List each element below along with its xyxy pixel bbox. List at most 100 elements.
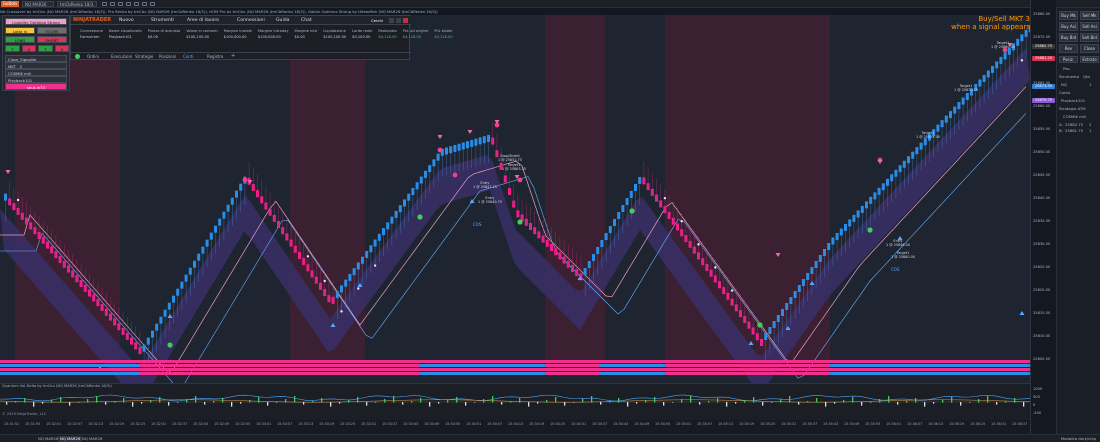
- chart-tab-1[interactable]: NQ MAR26: [58, 436, 83, 442]
- panel-a-value[interactable]: 25882.75: [1065, 122, 1083, 127]
- panel-strumento-value[interactable]: NQ: [1061, 82, 1067, 87]
- renko-brick: [953, 106, 957, 114]
- renko-brick: [986, 70, 990, 78]
- text-icon[interactable]: [134, 2, 139, 6]
- table-cell: Formulrem: [80, 35, 100, 39]
- algo-button-6[interactable]: T: [38, 45, 53, 52]
- instrument-selector[interactable]: NQ MAR26: [22, 1, 54, 7]
- renko-brick: [335, 291, 339, 299]
- tab-2[interactable]: Strategie: [133, 53, 155, 60]
- order-button-2-0[interactable]: Buy Bid: [1059, 33, 1078, 42]
- order-button-3-1[interactable]: Close: [1080, 44, 1099, 53]
- delta-bar: [1014, 398, 1016, 403]
- crosshair-icon[interactable]: [110, 2, 115, 6]
- algo-row[interactable]: COSMIK mili: [5, 69, 67, 76]
- tab-3[interactable]: Posizioni: [157, 53, 178, 60]
- order-button-0-0[interactable]: Buy Mk: [1059, 11, 1078, 20]
- algo-row[interactable]: MKT 2: [5, 62, 67, 69]
- delta-bar: [474, 402, 476, 403]
- delta-bar: [951, 397, 953, 403]
- delta-bar: [33, 402, 35, 407]
- order-button-1-1[interactable]: Sell Asi: [1080, 22, 1099, 31]
- table-row[interactable]: Formulrem Playback101 $0.00 $100,100.00 $100…: [77, 34, 456, 40]
- panel-b-value[interactable]: 25881.75: [1065, 128, 1083, 133]
- renko-brick: [369, 245, 373, 253]
- order-annotation: Stop/Shield 1 @ 25852.75: [498, 154, 522, 162]
- panel-qty-value[interactable]: 1: [1089, 82, 1091, 87]
- time-axis[interactable]: 15:31:52 15:31:55 15:32:01 15:32:07 15:32:13…: [0, 420, 1030, 434]
- panel-pos-label: Pos.: [1063, 66, 1071, 71]
- price-tick: 25855.00: [1033, 127, 1051, 131]
- algo-button-0[interactable]: Lotto in: [5, 27, 35, 34]
- order-button-1-0[interactable]: Buy Asi: [1059, 22, 1078, 31]
- tab-5[interactable]: Registro: [205, 53, 225, 60]
- table-cell: $100,000.00: [257, 35, 281, 39]
- algo-button-3[interactable]: SHORT: [37, 36, 67, 43]
- annotation-price: 1 @ 25854.00: [916, 135, 940, 139]
- cursor-icon[interactable]: [102, 2, 107, 6]
- algo-button-5[interactable]: X: [21, 45, 36, 52]
- draw-icon[interactable]: [126, 2, 131, 6]
- price-tick: 25860.00: [1033, 104, 1051, 108]
- control-center-window: NINJATRADER Nuovo Strumenti Aree di lavoro…: [70, 15, 453, 60]
- mode-label: Modalita dark/chip: [1060, 436, 1096, 441]
- algo-row[interactable]: Close_Signaller: [5, 55, 67, 62]
- menu-item-2[interactable]: Aree di lavoro: [187, 17, 219, 24]
- delta-bar: [879, 399, 881, 403]
- price-chart[interactable]: Buy/Sell MKT 3 when a signal appears Tar…: [0, 15, 1030, 383]
- algo-row[interactable]: Playback101: [5, 76, 67, 83]
- menu-item-3[interactable]: Connessioni: [237, 17, 265, 24]
- tab-0[interactable]: Ordini: [85, 53, 101, 60]
- renko-brick: [902, 160, 906, 168]
- annotation-price: 1 @ 25880.00: [891, 255, 915, 259]
- magnet-icon[interactable]: [142, 2, 147, 6]
- renko-brick: [869, 196, 873, 204]
- renko-brick: [768, 327, 772, 334]
- minimize-icon[interactable]: [389, 18, 394, 23]
- panel-conto-value[interactable]: Playback101: [1061, 98, 1085, 103]
- add-tab-icon[interactable]: +: [231, 53, 235, 60]
- menu-item-0[interactable]: Nuovo: [119, 17, 134, 24]
- menu-item-1[interactable]: Strumenti: [151, 17, 174, 24]
- tab-4[interactable]: Conti: [181, 53, 195, 60]
- price-axis[interactable]: 25880.0025875.0025870.0025865.0025860.00…: [1030, 0, 1056, 442]
- order-annotation: Target1 1 @ 25870.25: [954, 84, 978, 92]
- chart-tab-2[interactable]: NQ MAR26: [80, 436, 104, 442]
- panel-tab-0[interactable]: Posiz.: [1059, 56, 1078, 63]
- renko-brick: [394, 210, 398, 218]
- menu-item-4[interactable]: Guida: [276, 17, 289, 24]
- close-icon[interactable]: [403, 18, 408, 23]
- order-button-3-0[interactable]: Rev: [1059, 44, 1078, 53]
- algo-button-4[interactable]: T: [5, 45, 20, 52]
- renko-brick: [776, 315, 780, 322]
- interval-selector[interactable]: tmCbRenko 18/3: [57, 1, 97, 7]
- exit-marker: [242, 177, 248, 183]
- shut-in-button[interactable]: shut-in73: [5, 83, 67, 90]
- delta-bar: [987, 396, 989, 403]
- settings-icon[interactable]: [150, 2, 155, 6]
- renko-brick: [810, 267, 814, 274]
- renko-brick: [785, 303, 789, 310]
- order-button-0-1[interactable]: Sell Mk: [1080, 11, 1099, 20]
- panel-qty-label: Qtd: [1083, 74, 1090, 79]
- time-tick: 15:36:19: [949, 422, 965, 426]
- chart-tab-0[interactable]: NQ MAR26: [36, 436, 60, 442]
- order-button-2-1[interactable]: Sell Bid: [1080, 33, 1099, 42]
- maximize-icon[interactable]: [396, 18, 401, 23]
- panel-strategy-value[interactable]: COSMIK mili: [1063, 114, 1086, 119]
- cos-label: COS: [473, 222, 482, 227]
- zoom-icon[interactable]: [118, 2, 123, 6]
- menu-item-5[interactable]: Chat: [301, 17, 312, 24]
- delta-bar: [960, 402, 962, 406]
- tab-1[interactable]: Esecuzioni: [109, 53, 134, 60]
- chart-canvas[interactable]: [0, 15, 1030, 383]
- panel-tab-1[interactable]: Estrato: [1080, 56, 1099, 63]
- algo-button-2[interactable]: LONG: [5, 36, 35, 43]
- algo-button-1[interactable]: ECORE: [37, 27, 67, 34]
- price-tick: 25825.00: [1033, 265, 1051, 269]
- time-tick: 15:33:01: [256, 422, 272, 426]
- renko-brick: [209, 232, 213, 240]
- algo-button-7[interactable]: X: [54, 45, 69, 52]
- delta-bar: [132, 402, 134, 407]
- delta-bar: [618, 398, 620, 403]
